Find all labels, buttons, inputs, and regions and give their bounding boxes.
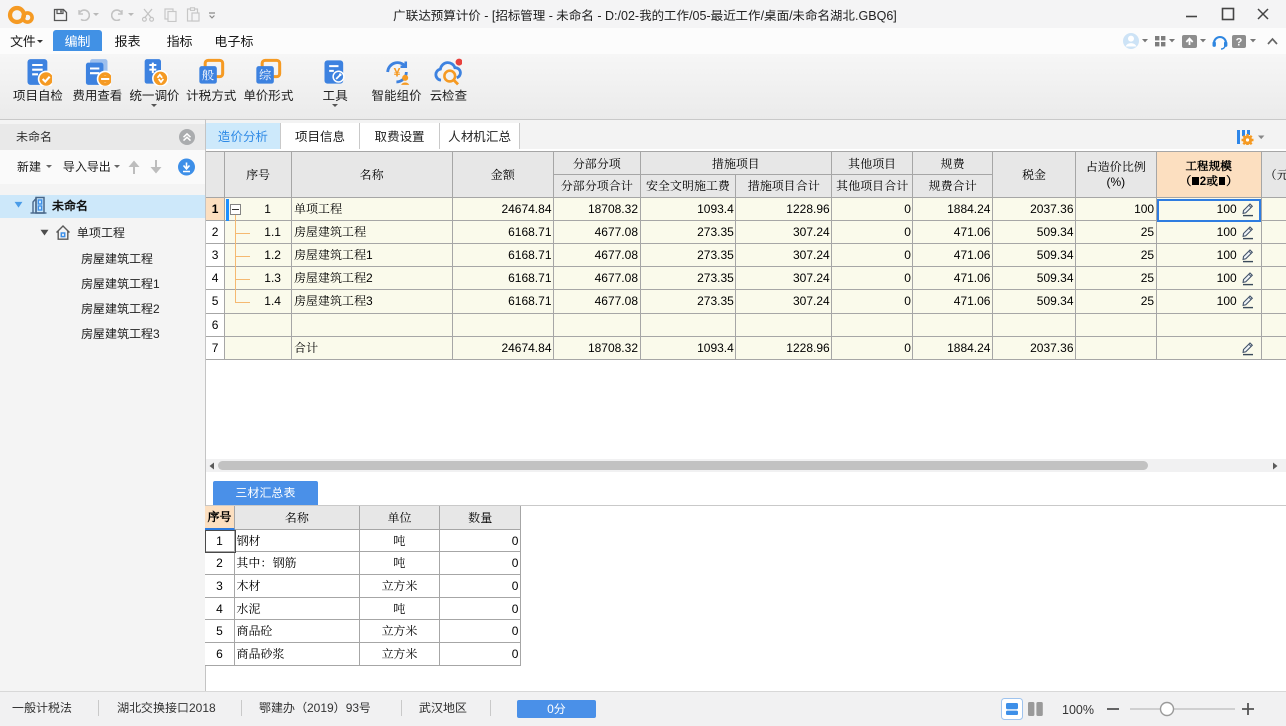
svg-text:般: 般 — [202, 66, 214, 84]
svg-text:¥: ¥ — [393, 66, 400, 80]
svg-text:?: ? — [1236, 36, 1243, 48]
svg-text:综: 综 — [259, 66, 271, 84]
